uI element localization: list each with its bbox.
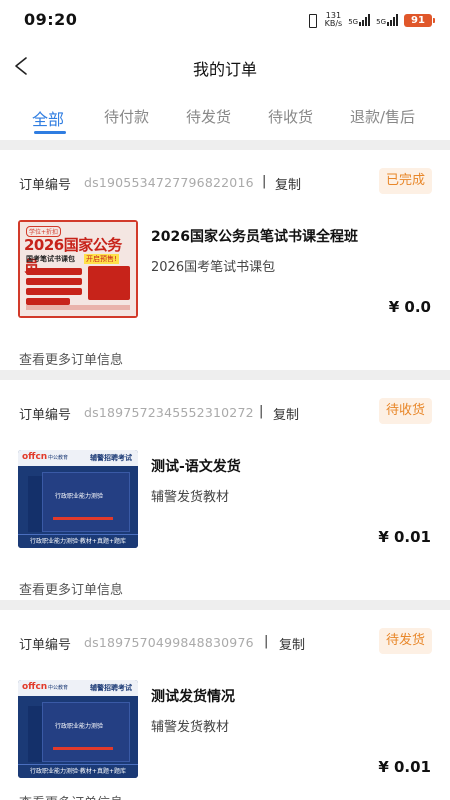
signal-2-label: 5G: [376, 18, 386, 26]
status-badge: 待收货: [378, 398, 432, 424]
more-order-info-link[interactable]: 查看更多订单信息: [19, 349, 123, 368]
book-spine: [28, 476, 42, 532]
signal-1-icon: [359, 14, 371, 26]
copy-button[interactable]: 复制: [279, 634, 305, 653]
order-card: 订单编号 ds1897570499848830976 | 复制 待发货 offc…: [0, 610, 450, 800]
tab-active-indicator: [34, 131, 66, 134]
order-number-label: 订单编号: [19, 408, 72, 423]
copy-button[interactable]: 复制: [275, 174, 301, 193]
cover-brand-name: 中公教育: [48, 685, 69, 691]
product-title[interactable]: 2026国家公务员笔试书课全程班: [151, 226, 358, 246]
product-subtitle: 2026国考笔试书课包: [151, 260, 276, 275]
cover-books: [88, 266, 130, 300]
status-icons: 131 KB/s 5G 5G 91: [305, 12, 435, 28]
tab-pending-shipment[interactable]: 待发货: [186, 106, 231, 127]
separator: |: [264, 634, 269, 649]
status-time: 09:20: [24, 10, 78, 29]
net-speed-unit: KB/s: [324, 19, 343, 28]
order-number: ds1897572345552310272: [84, 405, 254, 420]
battery-icon: 91: [404, 13, 435, 27]
cover-bar: [26, 268, 82, 275]
order-number: ds1905534727796822016: [84, 175, 254, 190]
order-number-label: 订单编号: [19, 638, 72, 653]
tab-pending-receipt[interactable]: 待收货: [268, 106, 313, 127]
book-cover: offcn 中公教育 辅警招聘考试 行政职业能力测验 行政职业能力测验·教材+真…: [18, 680, 138, 778]
order-card: 订单编号 ds1905534727796822016 | 复制 已完成 学位+折…: [0, 150, 450, 370]
signal-1-label: 5G: [348, 18, 359, 26]
cover-subtitle: 国考笔试书课包: [26, 255, 75, 263]
cover-brand-logo: offcn: [22, 452, 48, 462]
separator: |: [259, 404, 264, 419]
cover-brand-name: 中公教育: [48, 455, 69, 461]
order-number-label: 订单编号: [19, 178, 72, 193]
cover-bar: [26, 278, 82, 285]
tab-pending-payment[interactable]: 待付款: [104, 106, 149, 127]
copy-button[interactable]: 复制: [273, 404, 299, 423]
book-front: 行政职业能力测验: [42, 702, 130, 762]
order-price: ¥ 0.01: [378, 528, 431, 546]
divider: [0, 370, 450, 380]
more-order-info-link[interactable]: 查看更多订单信息: [19, 792, 123, 800]
book-title: 行政职业能力测验: [55, 723, 104, 730]
status-badge: 待发货: [378, 628, 432, 654]
order-number: ds1897570499848830976: [84, 635, 254, 650]
book-front: 行政职业能力测验: [42, 472, 130, 532]
tab-all[interactable]: 全部: [32, 106, 64, 130]
course-cover: 学位+折扣 2026国家公务员 国考笔试书课包 开启预售!: [18, 220, 138, 318]
order-tabs: 全部 待付款 待发货 待收货 退款/售后: [0, 100, 450, 138]
cover-footer: 行政职业能力测验·教材+真题+题库: [18, 764, 138, 778]
product-subtitle: 辅警发货教材: [151, 720, 230, 735]
tab-refund-aftersale[interactable]: 退款/售后: [350, 106, 415, 127]
product-title[interactable]: 测试-语文发货: [151, 456, 241, 476]
book-title: 行政职业能力测验: [55, 493, 104, 500]
cover-footer: [26, 305, 130, 310]
product-image[interactable]: 学位+折扣 2026国家公务员 国考笔试书课包 开启预售!: [18, 220, 138, 318]
cover-footer: 行政职业能力测验·教材+真题+题库: [18, 534, 138, 548]
book-stripe: [53, 747, 113, 750]
more-order-info-link[interactable]: 查看更多订单信息: [19, 579, 123, 598]
signal-2: 5G: [376, 14, 398, 26]
divider: [0, 140, 450, 150]
status-badge: 已完成: [378, 168, 432, 194]
signal-1: 5G: [348, 14, 371, 26]
product-title[interactable]: 测试发货情况: [151, 686, 235, 706]
product-image[interactable]: offcn 中公教育 辅警招聘考试 行政职业能力测验 行政职业能力测验·教材+真…: [18, 680, 138, 778]
status-bar: 09:20 131 KB/s 5G 5G 91: [0, 0, 450, 40]
cover-heading: 辅警招聘考试: [90, 454, 132, 462]
book-stripe: [53, 517, 113, 520]
product-subtitle: 辅警发货教材: [151, 490, 230, 505]
cover-bar: [26, 288, 82, 295]
book-spine: [28, 706, 42, 762]
app-header: 我的订单: [0, 44, 450, 88]
order-card: 订单编号 ds1897572345552310272 | 复制 待收货 offc…: [0, 380, 450, 600]
divider: [0, 600, 450, 610]
order-price: ¥ 0.0: [388, 298, 431, 316]
signal-2-icon: [387, 14, 398, 26]
cover-heading: 辅警招聘考试: [90, 684, 132, 692]
book-cover: offcn 中公教育 辅警招聘考试 行政职业能力测验 行政职业能力测验·教材+真…: [18, 450, 138, 548]
order-price: ¥ 0.01: [378, 758, 431, 776]
page-title: 我的订单: [192, 60, 257, 79]
vibrate-icon: [305, 14, 319, 28]
product-image[interactable]: offcn 中公教育 辅警招聘考试 行政职业能力测验 行政职业能力测验·教材+真…: [18, 450, 138, 548]
cover-brand-logo: offcn: [22, 682, 48, 692]
cover-bar: [26, 298, 70, 305]
cover-hot-label: 开启预售!: [84, 254, 119, 264]
separator: |: [262, 174, 267, 189]
net-speed: 131 KB/s: [325, 12, 343, 28]
